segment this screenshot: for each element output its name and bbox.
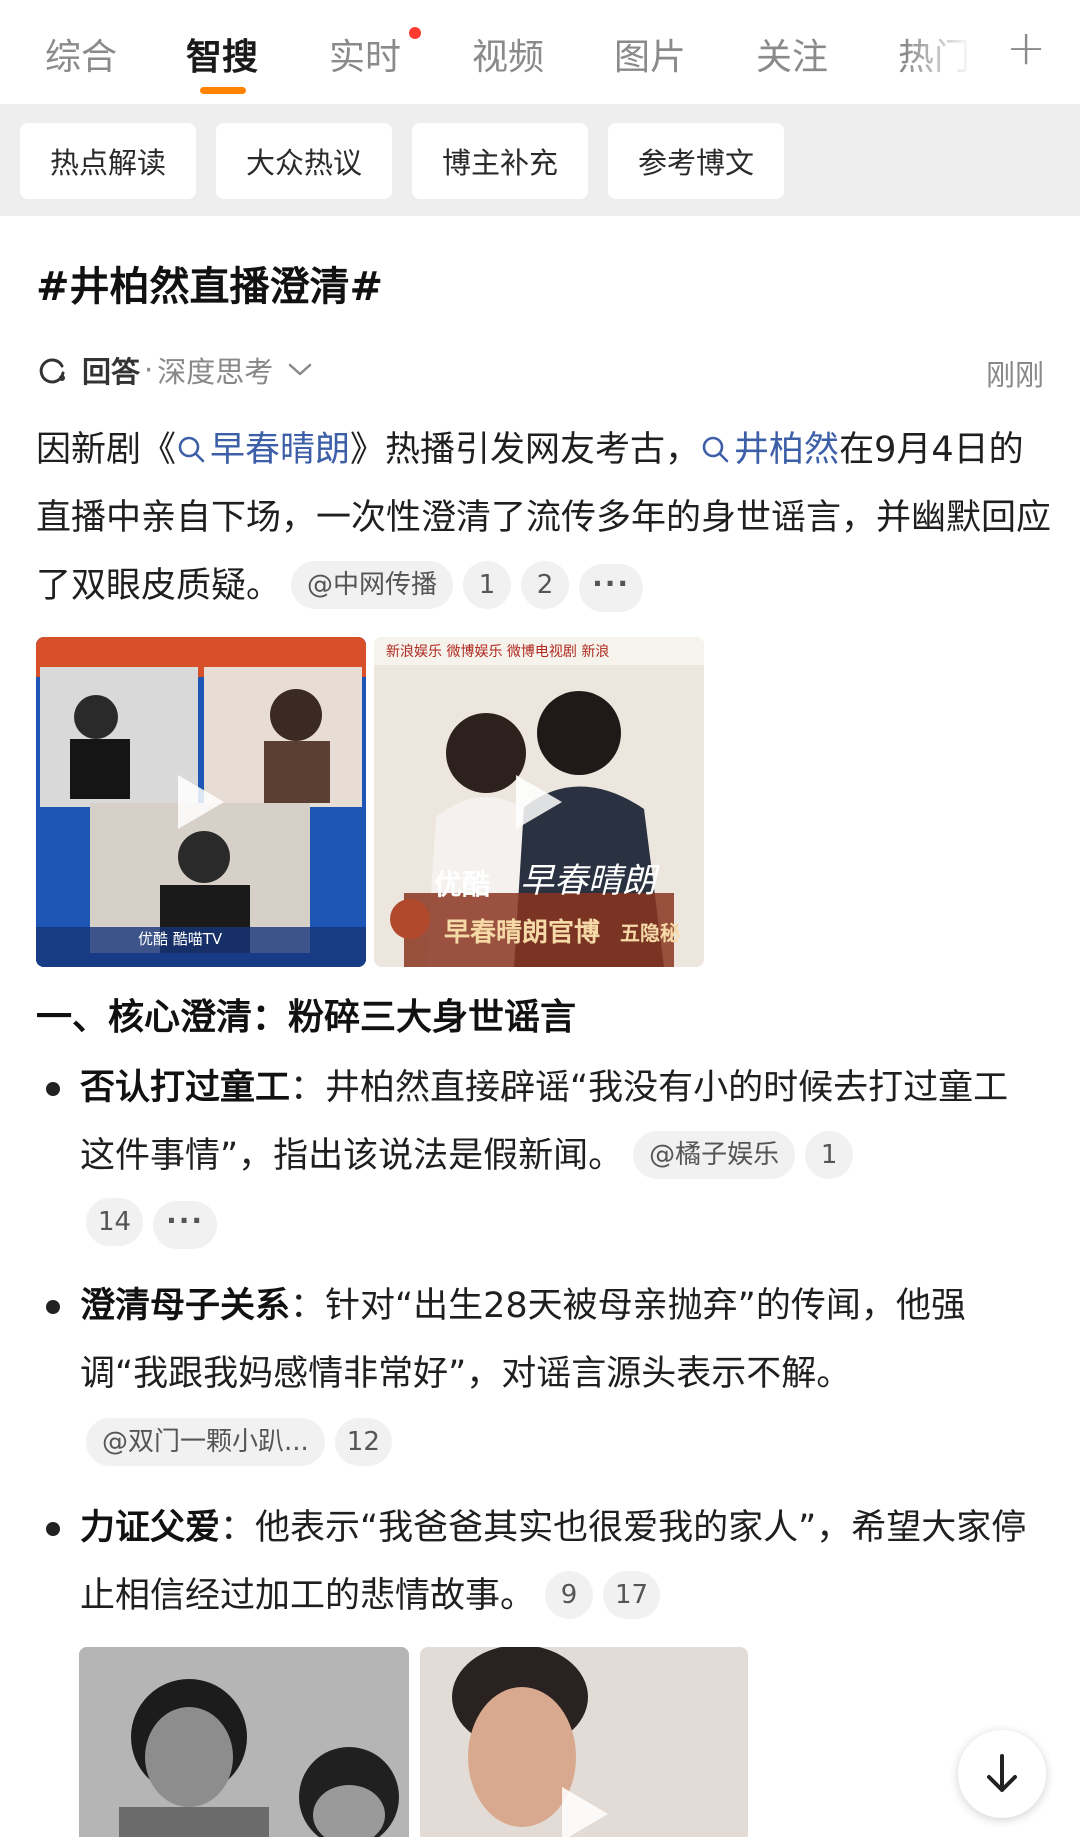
search-icon <box>702 436 729 463</box>
reference-badge[interactable]: 12 <box>334 1418 392 1466</box>
childhood-photo-image <box>79 1647 409 1837</box>
chip-hot-interpretation[interactable]: 热点解读 <box>20 123 196 199</box>
tab-images[interactable]: 图片 <box>614 28 686 80</box>
bullet-2-heading: 澄清母子关系 <box>80 1286 291 1326</box>
tab-comprehensive[interactable]: 综合 <box>45 28 117 80</box>
chip-public-discussion[interactable]: 大众热议 <box>216 123 392 199</box>
bullet-1-extra-refs: 14 ··· <box>86 1198 218 1249</box>
reference-badge[interactable]: 2 <box>521 561 570 609</box>
more-references-button[interactable]: ··· <box>579 564 644 612</box>
reference-badge[interactable]: 1 <box>463 561 512 609</box>
intro-paragraph: 因新剧《 早春晴朗》热播引发网友考古， 井柏然在9月4日的直播中亲自下场，一次性澄清… <box>36 416 1056 620</box>
poster-caption-text: 早春晴朗官博 <box>444 918 601 948</box>
intro-text-2: 》热播引发网友考古， <box>350 430 701 470</box>
scroll-down-button[interactable] <box>958 1730 1046 1818</box>
chevron-down-icon[interactable] <box>287 362 313 378</box>
tab-realtime[interactable]: 实时 <box>329 28 401 80</box>
tab-following[interactable]: 关注 <box>756 28 828 80</box>
source-citation[interactable]: @中网传播 <box>291 561 454 609</box>
answer-timestamp: 刚刚 <box>985 358 1044 392</box>
reference-badge[interactable]: 1 <box>805 1131 854 1179</box>
section-heading: 一、核心澄清：粉碎三大身世谣言 <box>36 997 577 1038</box>
reference-badge[interactable]: 9 <box>545 1571 594 1619</box>
tab-video[interactable]: 视频 <box>472 28 544 80</box>
link-jing-boran-label: 井柏然 <box>734 430 840 470</box>
top-tab-bar: 综合 智搜 实时 视频 图片 关注 热门 + <box>0 0 1080 104</box>
bullet-dot <box>46 1300 60 1314</box>
link-early-spring[interactable]: 早春晴朗 <box>176 430 350 470</box>
link-jing-boran[interactable]: 井柏然 <box>700 430 839 470</box>
tab-smart-search[interactable]: 智搜 <box>186 28 258 80</box>
link-early-spring-label: 早春晴朗 <box>210 430 351 470</box>
bullet-item-3: 力证父爱：他表示“我爸爸其实也很爱我的家人”，希望大家停止相信经过加工的悲情故事… <box>80 1494 1040 1630</box>
drama-title-script: 早春晴朗 <box>520 861 656 901</box>
bullet-item-2: 澄清母子关系：针对“出生28天被母亲抛弃”的传闻，他强调“我跟我妈感情非常好”，… <box>80 1272 1040 1408</box>
bullet-dot <box>46 1522 60 1536</box>
poster-caption-tail: 五隐秘 <box>620 921 680 945</box>
chip-reference-posts[interactable]: 参考博文 <box>608 123 784 199</box>
play-icon <box>178 775 224 829</box>
realtime-notification-dot <box>409 27 421 39</box>
bullet-dot <box>46 1082 60 1096</box>
youku-logo-text: 优酷 <box>434 868 491 901</box>
video-thumbnail-livestream[interactable]: 优酷 酷喵TV <box>36 637 366 967</box>
source-citation[interactable]: @双门一颗小趴... <box>86 1418 325 1466</box>
intro-text-1: 因新剧《 <box>36 430 177 470</box>
filter-chip-bar: 热点解读 大众热议 博主补充 参考博文 <box>0 104 1080 216</box>
reference-badge[interactable]: 14 <box>86 1198 144 1246</box>
more-references-button[interactable]: ··· <box>153 1201 218 1249</box>
bullet-1-heading: 否认打过童工 <box>80 1068 291 1108</box>
tab-fade-overlay <box>905 10 995 90</box>
search-icon <box>178 436 205 463</box>
refresh-spark-icon <box>39 358 65 384</box>
video-thumbnail-clarification[interactable] <box>420 1647 748 1837</box>
livestream-watermark: 优酷 酷喵TV <box>138 930 223 948</box>
image-thumbnail-childhood-photo[interactable] <box>79 1647 409 1837</box>
plus-icon[interactable]: + <box>1006 20 1046 76</box>
answer-separator: · <box>144 353 154 387</box>
answer-header[interactable]: 回答 · 深度思考 <box>36 348 313 392</box>
deep-thinking-label: 深度思考 <box>157 355 274 389</box>
answer-label: 回答 <box>82 355 141 389</box>
reference-badge[interactable]: 17 <box>603 1571 661 1619</box>
source-citation[interactable]: @橘子娱乐 <box>633 1131 796 1179</box>
play-icon <box>516 775 562 829</box>
bullet-item-1: 否认打过童工：井柏然直接辟谣“我没有小的时候去打过童工这件事情”，指出该说法是假… <box>80 1054 1040 1190</box>
poster-media-logos: 新浪娱乐 微博娱乐 微博电视剧 新浪 <box>386 644 610 660</box>
chip-blogger-supplement[interactable]: 博主补充 <box>412 123 588 199</box>
play-icon <box>562 1787 608 1837</box>
bullet-3-heading: 力证父爱 <box>80 1508 221 1548</box>
video-thumbnail-drama-poster[interactable]: 新浪娱乐 微博娱乐 微博电视剧 新浪 优酷 早春晴朗 早春晴朗官博 五隐秘 <box>374 637 704 967</box>
arrow-down-icon <box>987 1754 1017 1792</box>
topic-title[interactable]: #井柏然直播澄清# <box>36 254 383 312</box>
bullet-2-refs: @双门一颗小趴... 12 <box>86 1418 392 1466</box>
active-tab-indicator <box>200 87 246 94</box>
